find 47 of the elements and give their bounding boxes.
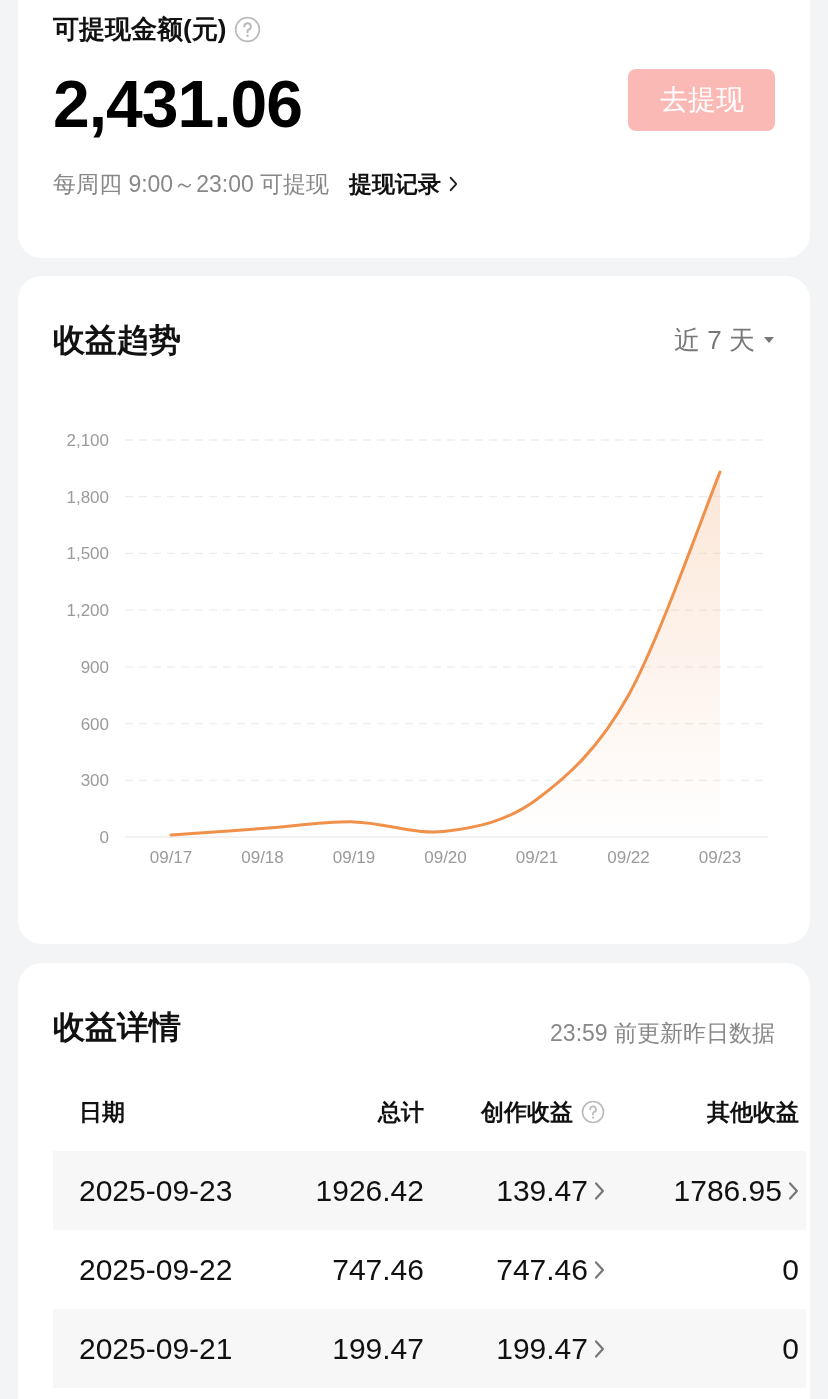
help-icon[interactable]	[234, 16, 262, 43]
column-header: 创作收益	[481, 1097, 573, 1127]
chevron-icon	[788, 1179, 799, 1202]
column-header: 日期	[79, 1098, 125, 1125]
table-cell[interactable]: 1786.95	[673, 1168, 782, 1213]
details-title: 收益详情	[53, 1008, 181, 1047]
x-axis-label: 09/19	[332, 848, 376, 867]
y-axis-label: 1,200	[66, 601, 109, 621]
column-header: 总计	[378, 1097, 424, 1127]
caret-icon	[763, 336, 775, 344]
update-note: 23:59 前更新昨日数据	[550, 1018, 775, 1048]
x-axis-label: 09/20	[424, 848, 467, 867]
x-axis-label: 09/21	[515, 848, 559, 867]
column-header: 其他收益	[707, 1097, 799, 1127]
y-axis-label: 1,800	[66, 487, 109, 507]
table-cell-text: 199.47	[332, 1331, 424, 1367]
table-cell: 2025-09-21	[79, 1332, 233, 1365]
table-cell: 2025-09-22	[79, 1253, 233, 1286]
x-axis-label: 09/17	[149, 848, 193, 867]
withdraw-schedule: 每周四 9:00～23:00 可提现	[53, 170, 330, 199]
x-axis-label: 09/22	[607, 848, 650, 867]
y-axis-label: 300	[80, 771, 109, 791]
table-cell-text: 0	[782, 1252, 799, 1288]
table-cell[interactable]: 139.47	[496, 1168, 588, 1213]
chevron-icon	[594, 1258, 605, 1281]
table-cell: 2025-09-23	[79, 1174, 233, 1207]
balance-label: 可提现金额(元)	[53, 13, 227, 46]
x-axis-label: 09/23	[698, 848, 742, 867]
y-axis-label: 600	[80, 714, 109, 734]
chevron-icon	[449, 175, 459, 194]
range-dropdown[interactable]: 近 7 天	[674, 320, 775, 360]
table-cell-text: 747.46	[332, 1252, 424, 1288]
y-axis-label: 0	[99, 828, 109, 847]
table-cell-text: 0	[782, 1331, 799, 1367]
chevron-icon	[594, 1179, 605, 1202]
balance-amount: 2,431.06	[53, 71, 302, 137]
table-cell[interactable]: 747.46	[496, 1247, 588, 1292]
x-axis-label: 09/18	[241, 848, 284, 867]
y-axis-label: 1,500	[66, 544, 109, 564]
withdraw-records-link[interactable]: 提现记录	[349, 167, 459, 202]
chevron-icon	[594, 1337, 605, 1360]
table-cell-text: 1926.42	[315, 1173, 424, 1209]
y-axis-label: 900	[80, 657, 109, 677]
table-cell[interactable]: 199.47	[496, 1326, 588, 1371]
y-axis-label: 2,100	[66, 431, 109, 450]
chart-title: 收益趋势	[53, 321, 181, 360]
help-icon[interactable]	[581, 1100, 605, 1124]
